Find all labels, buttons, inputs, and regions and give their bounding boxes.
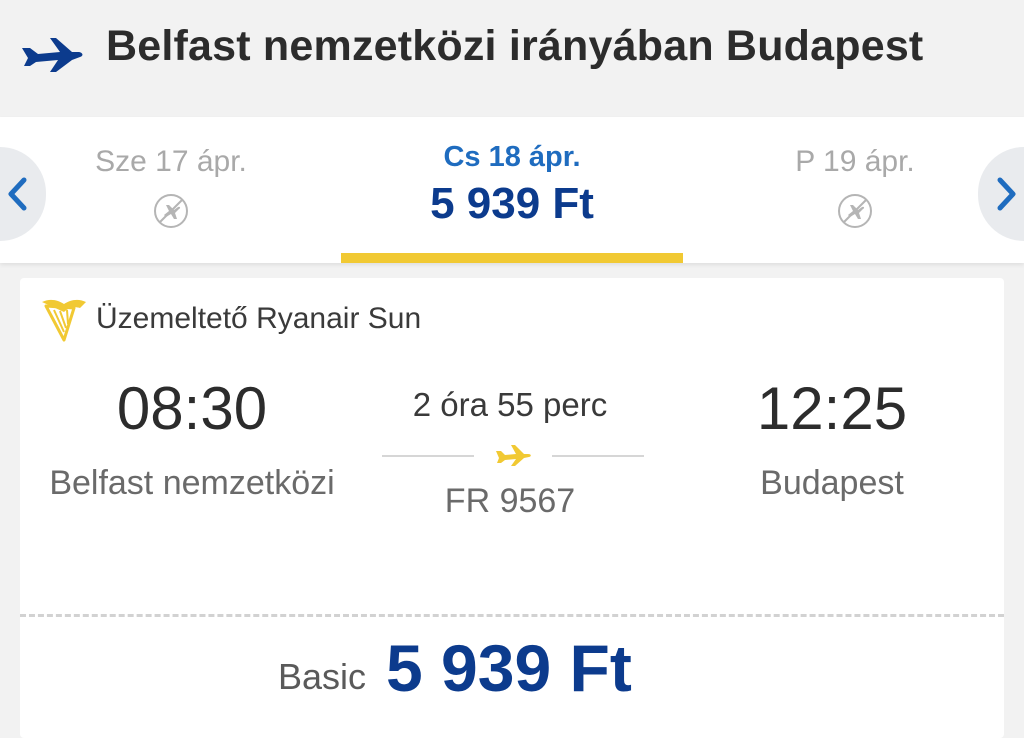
date-selector: Sze 17 ápr. Cs 18 ápr. 5 939 Ft P 19 ápr… bbox=[0, 117, 1024, 263]
departure-time: 08:30 bbox=[116, 375, 268, 442]
selected-indicator bbox=[341, 253, 683, 263]
no-flight-icon bbox=[838, 194, 872, 228]
date-label: P 19 ápr. bbox=[795, 145, 915, 178]
flight-number: FR 9567 bbox=[444, 482, 576, 520]
flight-duration: 2 óra 55 perc bbox=[412, 386, 608, 423]
departure-city: Belfast nemzetközi bbox=[49, 464, 335, 502]
date-tab-wed-17[interactable]: Sze 17 ápr. bbox=[0, 117, 342, 263]
route-line-left bbox=[382, 455, 474, 457]
operator-label: Üzemeltető Ryanair Sun bbox=[96, 302, 422, 335]
date-label: Sze 17 ápr. bbox=[95, 145, 247, 178]
fare-price[interactable]: 5 939 Ft bbox=[386, 630, 632, 706]
ryanair-harp-logo-icon bbox=[42, 299, 86, 342]
date-tab-fri-19[interactable]: P 19 ápr. bbox=[684, 117, 1024, 263]
flight-card[interactable]: Üzemeltető Ryanair Sun 08:30 Belfast nem… bbox=[20, 278, 1004, 738]
page-header: Belfast nemzetközi irányában Budapest bbox=[0, 0, 1024, 112]
arrival-time: 12:25 bbox=[756, 375, 908, 442]
no-flight-icon bbox=[154, 194, 188, 228]
date-price: 5 939 Ft bbox=[430, 179, 594, 228]
page-title: Belfast nemzetközi irányában Budapest bbox=[106, 22, 924, 70]
route-line-right bbox=[552, 455, 644, 457]
date-tab-thu-18[interactable]: Cs 18 ápr. 5 939 Ft bbox=[341, 117, 683, 263]
arrival-city: Budapest bbox=[760, 464, 904, 502]
date-label: Cs 18 ápr. bbox=[443, 141, 581, 173]
plane-icon bbox=[22, 38, 83, 72]
plane-icon bbox=[496, 445, 531, 466]
divider bbox=[20, 614, 1004, 617]
fare-type-label: Basic bbox=[278, 656, 367, 697]
chevron-right-icon bbox=[997, 177, 1016, 211]
